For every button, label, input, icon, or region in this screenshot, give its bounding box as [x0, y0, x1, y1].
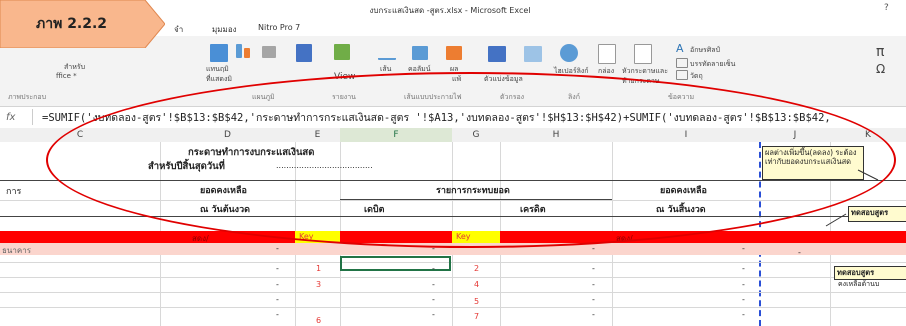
callout-label: ภาพ 2.2.2: [36, 16, 108, 32]
comment-arrow: [825, 213, 847, 227]
annotation-ellipse: [46, 72, 896, 248]
